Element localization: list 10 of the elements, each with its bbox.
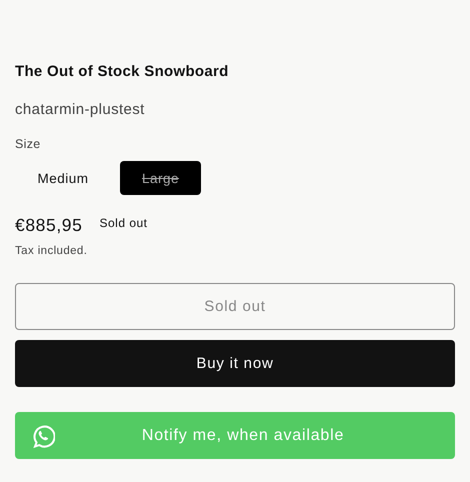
size-option[interactable]: Medium	[15, 161, 111, 195]
vendor-name: chatarmin-plustest	[15, 100, 146, 120]
tax-note: Tax included.	[15, 245, 88, 257]
price: €885,95	[15, 215, 82, 236]
buy-now-button[interactable]: Buy it now	[15, 340, 455, 387]
size-label: Size	[15, 137, 42, 151]
product-title: The Out of Stock Snowboard	[15, 62, 230, 82]
size-option[interactable]: Large	[120, 161, 201, 195]
whatsapp-icon	[31, 424, 55, 448]
sold-out-label: Sold out	[99, 216, 148, 230]
